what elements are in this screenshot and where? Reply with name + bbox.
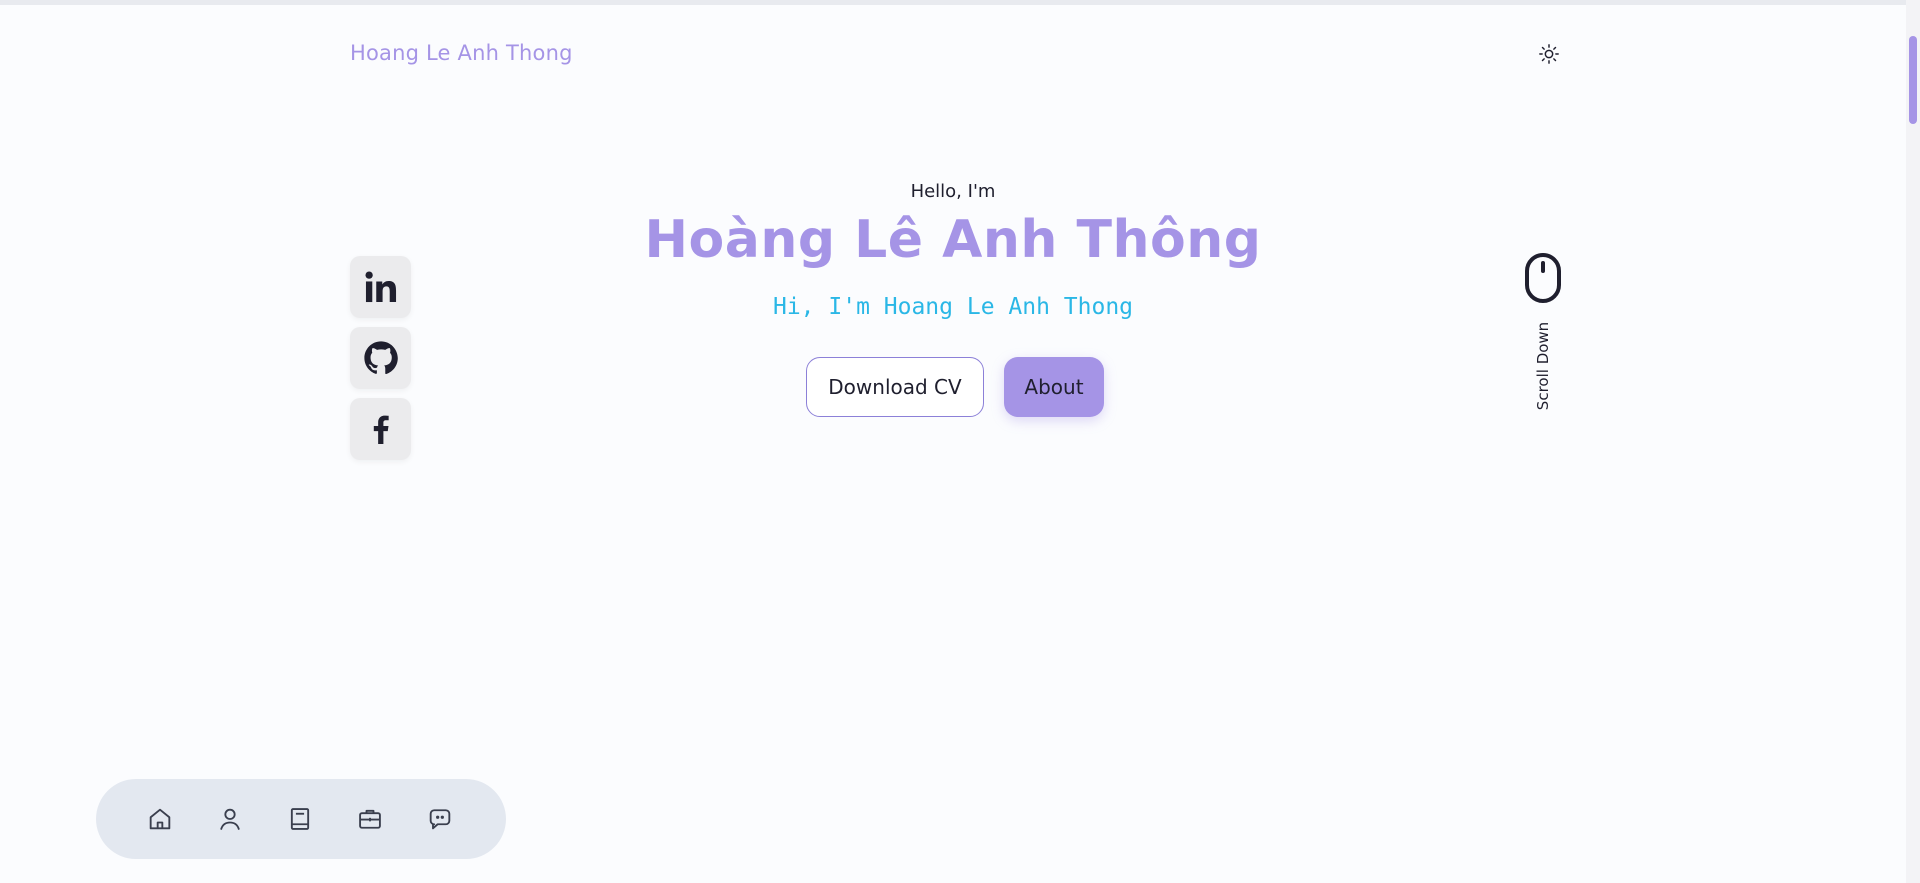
- page: Hoang Le Anh Thong Hello, I'm Hoàng Lê A…: [0, 5, 1906, 883]
- about-button[interactable]: About: [1004, 357, 1104, 417]
- linkedin-link[interactable]: [350, 256, 411, 318]
- facebook-icon: [373, 415, 389, 444]
- mouse-icon[interactable]: [1524, 252, 1562, 304]
- hero-name: Hoàng Lê Anh Thông: [644, 210, 1262, 270]
- hero-greeting: Hello, I'm: [910, 181, 996, 202]
- github-icon: [363, 341, 398, 375]
- github-link[interactable]: [350, 327, 411, 389]
- linkedin-icon: [364, 271, 396, 303]
- hero-typed-text: Hi, I'm Hoang Le Anh Thong: [772, 294, 1134, 320]
- sun-icon[interactable]: [1538, 43, 1560, 65]
- book-icon[interactable]: [286, 805, 314, 833]
- facebook-link[interactable]: [350, 398, 411, 460]
- user-icon[interactable]: [216, 805, 244, 833]
- brand-logo[interactable]: Hoang Le Anh Thong: [350, 41, 573, 65]
- bottom-nav-dock: [96, 779, 506, 859]
- scrollbar-thumb[interactable]: [1909, 36, 1917, 124]
- download-cv-button[interactable]: Download CV: [806, 357, 984, 417]
- scroll-down-label[interactable]: Scroll Down: [1534, 322, 1552, 410]
- home-icon[interactable]: [146, 805, 174, 833]
- briefcase-icon[interactable]: [356, 805, 384, 833]
- scrollbar-track[interactable]: [1906, 0, 1920, 883]
- message-icon[interactable]: [426, 805, 454, 833]
